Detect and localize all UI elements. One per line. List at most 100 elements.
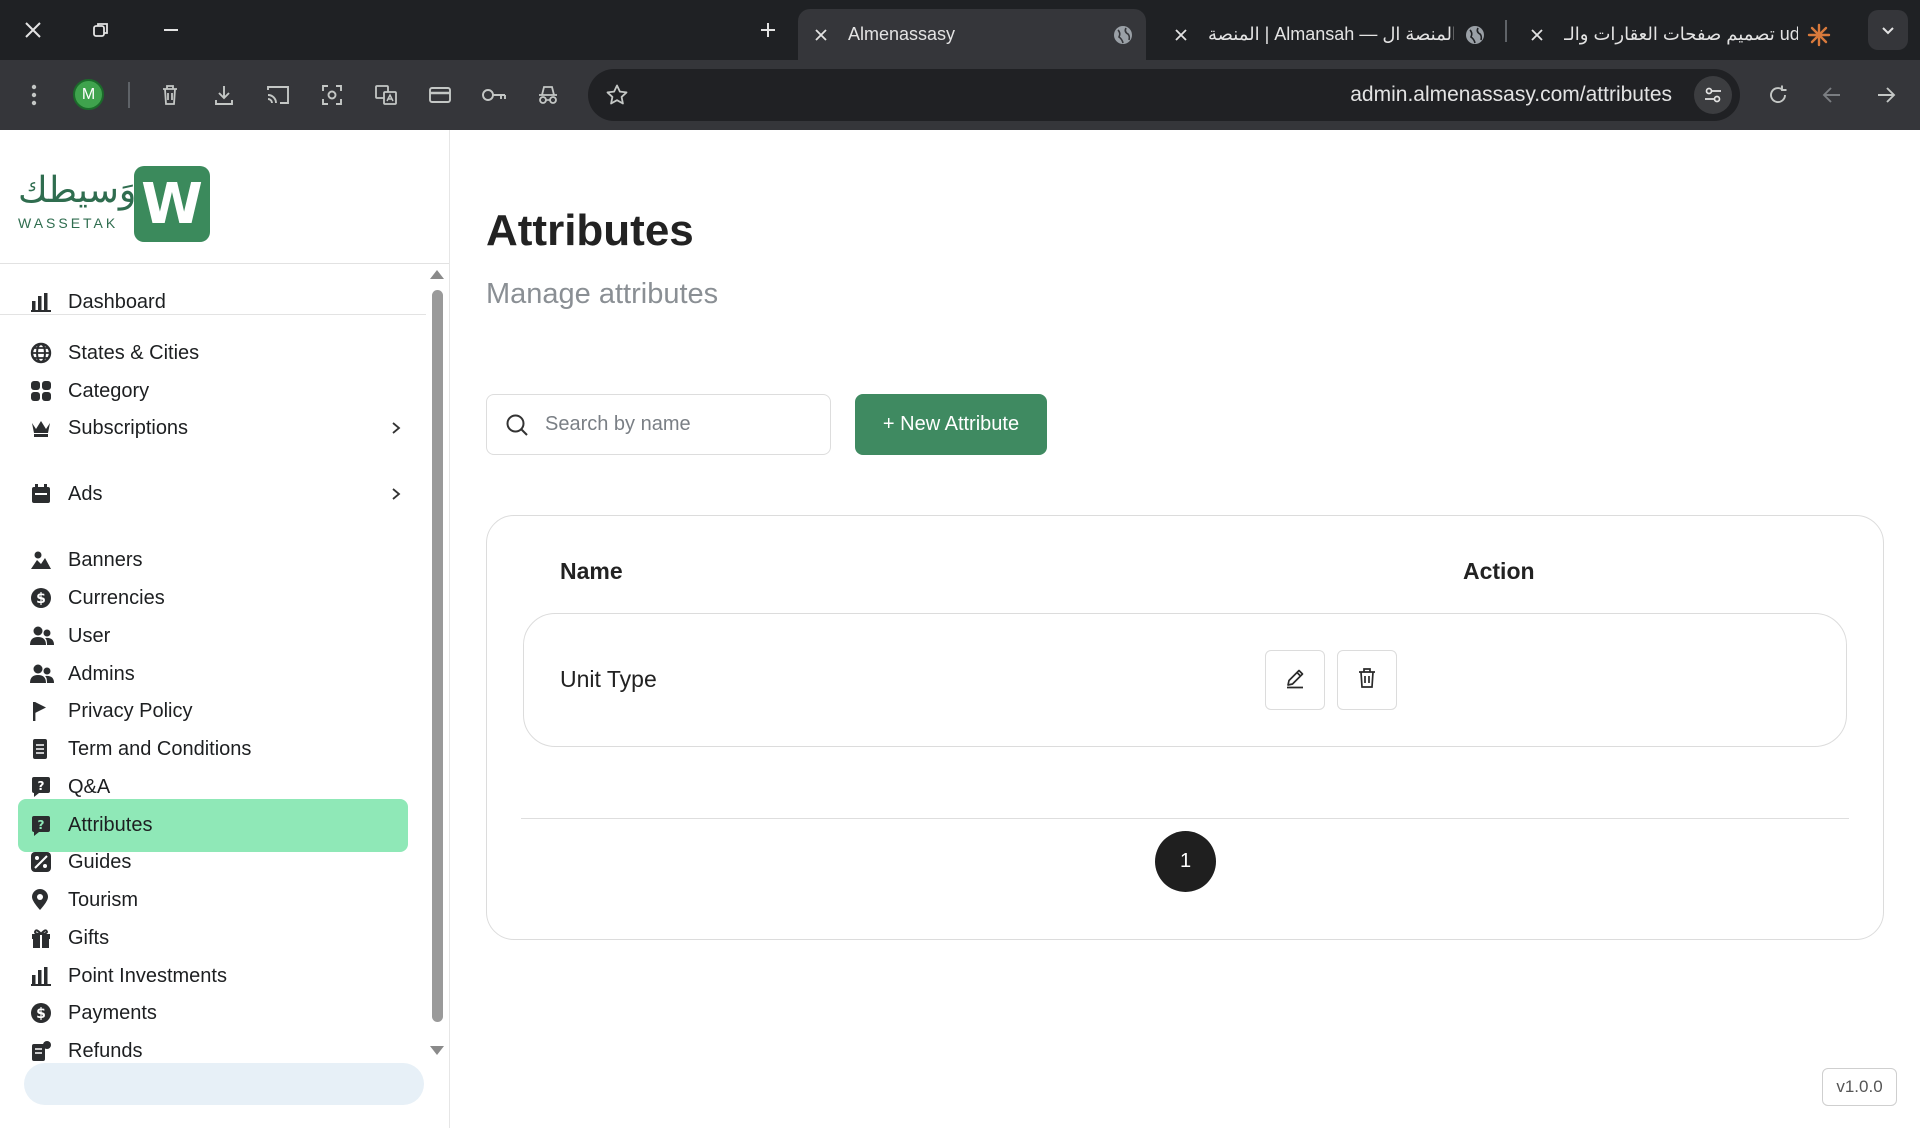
incognito-icon[interactable]: [530, 77, 566, 113]
url-text[interactable]: admin.almenassasy.com/attributes: [1350, 83, 1672, 107]
sidebar-item-label: Tourism: [68, 888, 139, 911]
search-input[interactable]: [545, 413, 815, 436]
sidebar-item-guides[interactable]: Guides: [18, 844, 408, 880]
sidebar-item-point-investments[interactable]: Point Investments: [18, 958, 408, 994]
new-attribute-button[interactable]: + New Attribute: [855, 394, 1047, 455]
menu-dots-icon[interactable]: [16, 77, 52, 113]
forward-arrow-icon[interactable]: [1868, 77, 1904, 113]
pagination-divider: [521, 818, 1849, 819]
svg-text:$: $: [36, 1006, 46, 1022]
window-close-icon[interactable]: [10, 10, 56, 50]
sidebar-item-label: Payments: [68, 1001, 157, 1024]
dashboard-divider: [0, 314, 426, 315]
sidebar-item-label: Dashboard: [68, 290, 166, 313]
attribute-name-cell: Unit Type: [560, 666, 657, 692]
sidebar-item-label: Admins: [68, 662, 135, 685]
sidebar-item-gifts[interactable]: Gifts: [18, 920, 408, 956]
back-arrow-icon[interactable]: [1814, 77, 1850, 113]
card-icon[interactable]: [422, 77, 458, 113]
sidebar-item-banners[interactable]: Banners: [18, 542, 408, 578]
bar-chart-icon: [30, 964, 60, 988]
browser-tab-strip: Almenassasy المنصة | Almansah — المنصة ا…: [0, 0, 1920, 60]
brand-logo-script: وَسيطك: [18, 170, 137, 211]
page-subtitle: Manage attributes: [486, 278, 719, 310]
sidebar-item-states-cities[interactable]: States & Cities: [18, 335, 408, 371]
bar-chart-icon: [30, 290, 60, 314]
version-badge: v1.0.0: [1822, 1068, 1897, 1106]
document-icon: [30, 737, 60, 761]
key-icon[interactable]: [476, 77, 512, 113]
grid-icon: [30, 379, 60, 403]
download-icon[interactable]: [206, 77, 242, 113]
trash-icon: [1357, 667, 1377, 694]
cast-icon[interactable]: [260, 77, 296, 113]
sidebar-item-tourism[interactable]: Tourism: [18, 882, 408, 918]
sidebar-item-label: Banners: [68, 548, 143, 571]
address-bar[interactable]: admin.almenassasy.com/attributes: [588, 69, 1740, 121]
screenshot-icon[interactable]: [314, 77, 350, 113]
sidebar-item-subscriptions[interactable]: Subscriptions: [18, 410, 408, 446]
chevron-right-icon[interactable]: [384, 482, 408, 506]
tab-title: المنصة | Almansah — المنصة ال: [1208, 24, 1454, 44]
attributes-table-card: Name Action Unit Type 1: [486, 515, 1884, 940]
page-title: Attributes: [486, 206, 694, 255]
globe-icon: [1462, 22, 1488, 48]
new-tab-icon[interactable]: [745, 10, 791, 50]
tab-title: تصميم صفحات العقارات والـ ude: [1564, 24, 1798, 44]
reload-icon[interactable]: [1760, 77, 1796, 113]
question-icon: ?: [30, 775, 60, 799]
sidebar-item-ads[interactable]: Ads: [18, 476, 408, 512]
pagination-page-button[interactable]: 1: [1155, 831, 1216, 892]
column-header-action: Action: [1463, 558, 1535, 584]
window-minimize-icon[interactable]: [148, 10, 194, 50]
tab-almenassasy[interactable]: Almenassasy: [798, 9, 1146, 60]
sidebar-item-label: Refunds: [68, 1039, 143, 1062]
image-icon: [30, 548, 60, 572]
scroll-down-arrow[interactable]: [430, 1046, 444, 1055]
tab-close-icon[interactable]: [808, 28, 834, 42]
sidebar-item-user[interactable]: User: [18, 618, 408, 654]
tab-close-icon[interactable]: [1524, 28, 1550, 42]
edit-button[interactable]: [1265, 650, 1325, 710]
sidebar-item-payments[interactable]: $ Payments: [18, 995, 408, 1031]
sidebar-item-label: Attributes: [68, 814, 153, 836]
scroll-up-arrow[interactable]: [430, 270, 444, 279]
tab-design[interactable]: تصميم صفحات العقارات والـ ude: [1518, 9, 1838, 60]
pin-icon: [30, 888, 60, 912]
users-icon: [30, 624, 60, 648]
sidebar-item-label: Ads: [68, 482, 103, 505]
window-restore-icon[interactable]: [78, 10, 124, 50]
sidebar-item-label: Gifts: [68, 926, 110, 949]
sidebar-item-admins[interactable]: Admins: [18, 656, 408, 692]
delete-button[interactable]: [1337, 650, 1397, 710]
sidebar-item-label: Q&A: [68, 775, 111, 798]
refund-icon: [30, 1039, 60, 1063]
tab-search-chevron-icon[interactable]: [1868, 10, 1908, 50]
sidebar-item-label: Currencies: [68, 586, 165, 609]
sidebar-scrollbar-thumb[interactable]: [432, 290, 443, 1022]
question-icon: ?: [30, 814, 60, 838]
sidebar-item-privacy-policy[interactable]: Privacy Policy: [18, 693, 408, 729]
sidebar-footer-pill[interactable]: [24, 1063, 424, 1105]
search-box[interactable]: [486, 394, 831, 455]
tab-almansah[interactable]: المنصة | Almansah — المنصة ال: [1160, 9, 1496, 60]
sidebar-item-category[interactable]: Category: [18, 373, 408, 409]
tab-close-icon[interactable]: [1168, 28, 1194, 42]
svg-text:?: ?: [38, 779, 45, 793]
sparkle-icon: [1806, 22, 1832, 48]
crown-icon: [30, 416, 60, 440]
bookmark-star-icon[interactable]: [602, 80, 632, 110]
tab-separator: [1505, 20, 1507, 42]
pencil-icon: [1284, 667, 1306, 694]
users-icon: [30, 662, 60, 686]
chevron-right-icon[interactable]: [384, 416, 408, 440]
svg-text:$: $: [36, 591, 46, 607]
site-settings-icon[interactable]: [1694, 76, 1732, 114]
sidebar-item-label: Privacy Policy: [68, 699, 193, 722]
sidebar-item-currencies[interactable]: $ Currencies: [18, 580, 408, 616]
sidebar-item-terms[interactable]: Term and Conditions: [18, 731, 408, 767]
trash-icon[interactable]: [152, 77, 188, 113]
translate-icon[interactable]: [368, 77, 404, 113]
profile-avatar[interactable]: M: [73, 79, 104, 110]
search-icon: [503, 411, 531, 439]
